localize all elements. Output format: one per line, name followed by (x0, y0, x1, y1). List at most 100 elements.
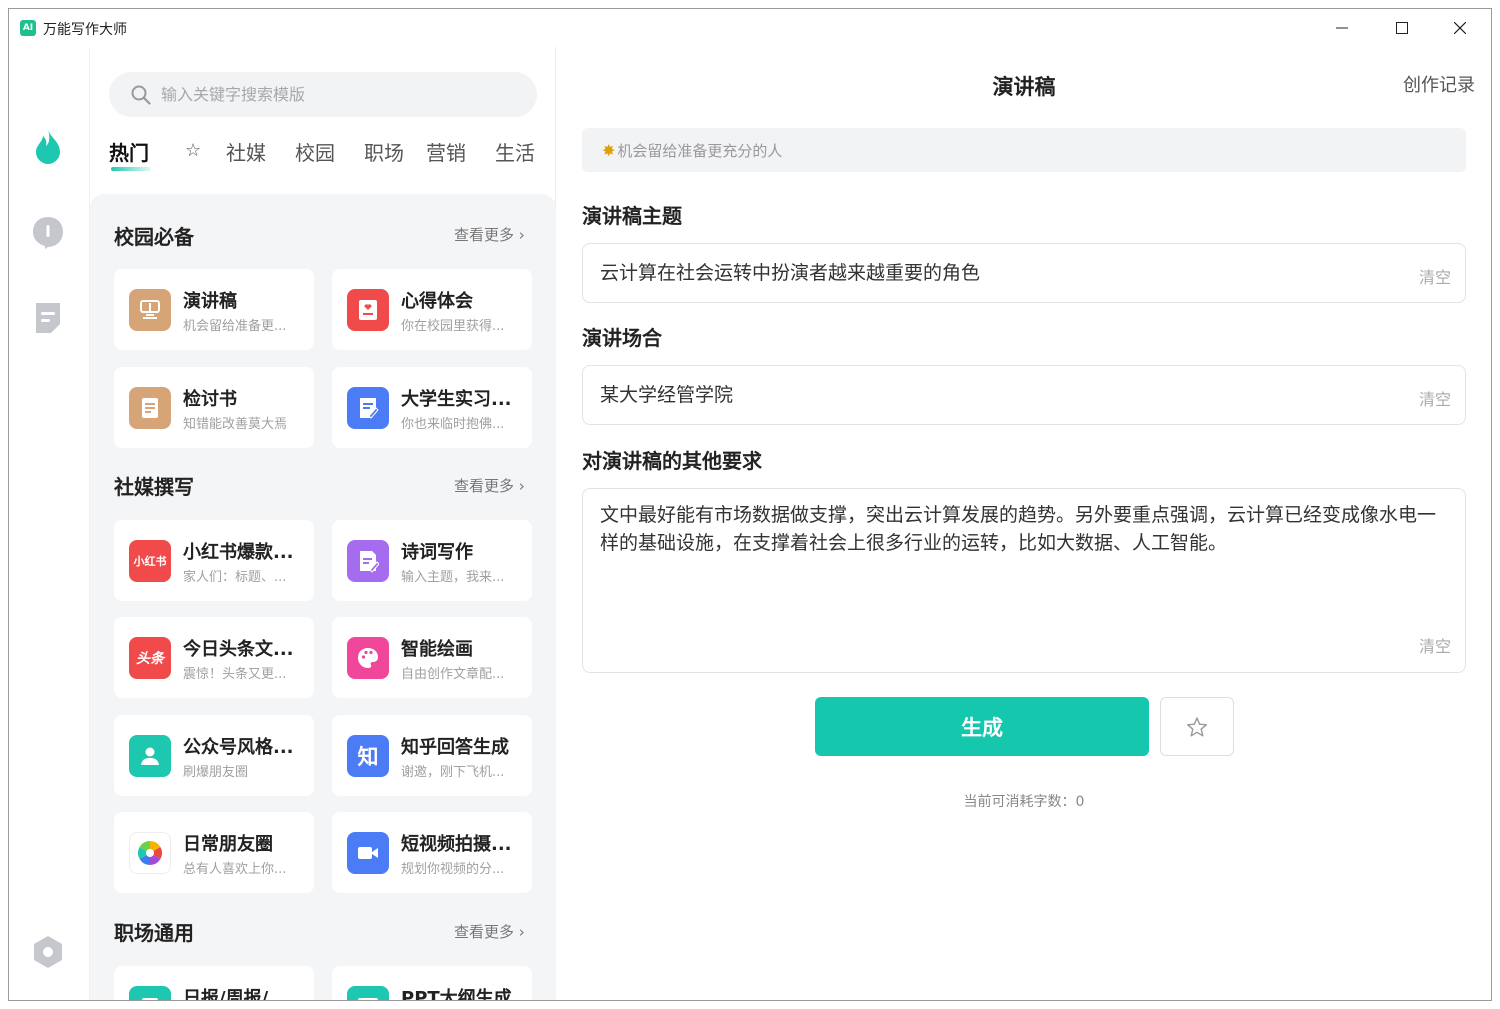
template-card[interactable]: 知 知乎回答生成 谢邀，刚下飞机... (332, 715, 532, 796)
rail-item-hot[interactable] (32, 129, 64, 165)
word-quota: 当前可消耗字数：0 (963, 794, 1085, 810)
topic-field-value: 云计算在社会运转中扮演者越来越重要的角色 (600, 262, 981, 284)
card-title: 诗词写作 (401, 542, 473, 563)
report-icon (129, 986, 171, 1000)
card-title: 检讨书 (183, 389, 237, 410)
favorite-button[interactable] (1160, 697, 1234, 756)
fire-icon (36, 130, 60, 164)
paper-icon (129, 387, 171, 429)
template-card[interactable]: 大学生实习... 你也来临时抱佛... (332, 367, 532, 448)
active-tab-indicator (111, 167, 151, 171)
card-subtitle: 谢邀，刚下飞机... (401, 765, 505, 780)
video-camera-icon (347, 832, 389, 874)
sparkle-icon: ✸ (602, 140, 616, 160)
minimize-button[interactable] (1319, 9, 1365, 47)
field-label-occasion: 演讲场合 (582, 326, 662, 350)
occasion-field-value: 某大学经管学院 (600, 384, 734, 406)
creation-history-link[interactable]: 创作记录 (1403, 71, 1475, 97)
clear-button[interactable]: 清空 (1419, 633, 1451, 657)
pen-doc-icon (347, 540, 389, 582)
card-title: 短视频拍摄... (401, 834, 512, 855)
edit-note-icon (347, 387, 389, 429)
search-input[interactable] (161, 85, 501, 104)
tab-marketing[interactable]: 营销 (426, 137, 466, 166)
card-subtitle: 自由创作文章配... (401, 667, 505, 682)
card-subtitle: 你在校园里获得... (401, 319, 505, 334)
tab-life[interactable]: 生活 (495, 137, 535, 166)
template-card[interactable]: 小红书 小红书爆款... 家人们：标题、... (114, 520, 314, 601)
template-card[interactable]: P PPT大纲生成 (332, 966, 532, 1001)
requirements-field-value: 文中最好能有市场数据做支撑，突出云计算发展的趋势。另外要重点强调，云计算已经变成… (600, 504, 1437, 554)
toutiao-icon: 头条 (129, 637, 171, 679)
rail-item-info[interactable] (32, 215, 64, 251)
window-title: 万能写作大师 (43, 22, 127, 38)
settings-icon (34, 936, 62, 968)
card-title: 日报/周报/... (183, 988, 289, 1001)
close-button[interactable] (1437, 9, 1483, 47)
section-title: 社媒撰写 (114, 475, 194, 499)
template-column: 热门 ☆ 社媒 校园 职场 营销 生活 校园必备 查看更多 › 演讲稿 机会留给… (89, 47, 556, 1001)
clear-button[interactable]: 清空 (1419, 386, 1451, 410)
section-title: 校园必备 (114, 225, 194, 249)
card-subtitle: 震惊！头条又更... (183, 667, 287, 682)
card-subtitle: 刷爆朋友圈 (183, 765, 249, 780)
tab-workplace[interactable]: 职场 (364, 137, 404, 166)
see-more-link[interactable]: 查看更多 › (454, 224, 525, 245)
card-title: PPT大纲生成 (401, 988, 512, 1001)
see-more-link[interactable]: 查看更多 › (454, 475, 525, 496)
card-subtitle: 规划你视频的分... (401, 862, 505, 877)
minimize-icon (1336, 27, 1348, 29)
generate-button[interactable]: 生成 (815, 697, 1149, 756)
notebook-heart-icon (347, 289, 389, 331)
requirements-field[interactable]: 文中最好能有市场数据做支撑，突出云计算发展的趋势。另外要重点强调，云计算已经变成… (582, 488, 1466, 673)
field-label-requirements: 对演讲稿的其他要求 (582, 449, 762, 473)
section-title: 职场通用 (114, 921, 194, 945)
template-card[interactable]: 日常朋友圈 总有人喜欢上你... (114, 812, 314, 893)
card-subtitle: 输入主题，我来... (401, 570, 505, 585)
tab-campus[interactable]: 校园 (295, 137, 335, 166)
template-card[interactable]: 心得体会 你在校园里获得... (332, 269, 532, 350)
left-rail (9, 47, 89, 1000)
search-box[interactable] (109, 72, 537, 117)
card-subtitle: 总有人喜欢上你... (183, 862, 287, 877)
template-card[interactable]: 日报/周报/... (114, 966, 314, 1001)
occasion-field[interactable]: 某大学经管学院 清空 (582, 365, 1466, 425)
banner-text: 机会留给准备更充分的人 (617, 141, 783, 160)
card-subtitle: 你也来临时抱佛... (401, 417, 505, 432)
see-more-link[interactable]: 查看更多 › (454, 921, 525, 942)
card-title: 知乎回答生成 (401, 737, 509, 758)
maximize-button[interactable] (1379, 9, 1425, 47)
page-title: 演讲稿 (992, 75, 1056, 99)
tab-favorites[interactable]: ☆ (185, 140, 201, 161)
tab-social[interactable]: 社媒 (226, 137, 266, 166)
topic-field[interactable]: 云计算在社会运转中扮演者越来越重要的角色 清空 (582, 243, 1466, 303)
rail-item-settings[interactable] (32, 934, 64, 970)
ppt-icon: P (347, 986, 389, 1000)
chevron-right-icon: › (518, 226, 525, 244)
chevron-right-icon: › (518, 477, 525, 495)
info-icon (33, 217, 63, 249)
template-card[interactable]: 演讲稿 机会留给准备更... (114, 269, 314, 350)
category-tabs: 热门 ☆ 社媒 校园 职场 营销 生活 (109, 137, 539, 177)
template-card[interactable]: 公众号风格... 刷爆朋友圈 (114, 715, 314, 796)
template-card[interactable]: 诗词写作 输入主题，我来... (332, 520, 532, 601)
search-icon (131, 85, 151, 105)
lectern-icon (129, 289, 171, 331)
template-card[interactable]: 检讨书 知错能改善莫大焉 (114, 367, 314, 448)
tab-hot[interactable]: 热门 (109, 137, 149, 166)
template-card[interactable]: 短视频拍摄... 规划你视频的分... (332, 812, 532, 893)
close-icon (1454, 22, 1466, 34)
person-icon (129, 735, 171, 777)
card-title: 公众号风格... (183, 737, 294, 758)
xiaohongshu-icon: 小红书 (129, 540, 171, 582)
card-title: 智能绘画 (401, 639, 473, 660)
rail-item-documents[interactable] (32, 300, 64, 336)
card-subtitle: 家人们：标题、... (183, 570, 287, 585)
chevron-right-icon: › (518, 923, 525, 941)
card-title: 小红书爆款... (183, 542, 294, 563)
card-title: 心得体会 (401, 291, 473, 312)
clear-button[interactable]: 清空 (1419, 264, 1451, 288)
template-card[interactable]: 智能绘画 自由创作文章配... (332, 617, 532, 698)
title-bar: AI 万能写作大师 (9, 9, 1491, 47)
template-card[interactable]: 头条 今日头条文... 震惊！头条又更... (114, 617, 314, 698)
